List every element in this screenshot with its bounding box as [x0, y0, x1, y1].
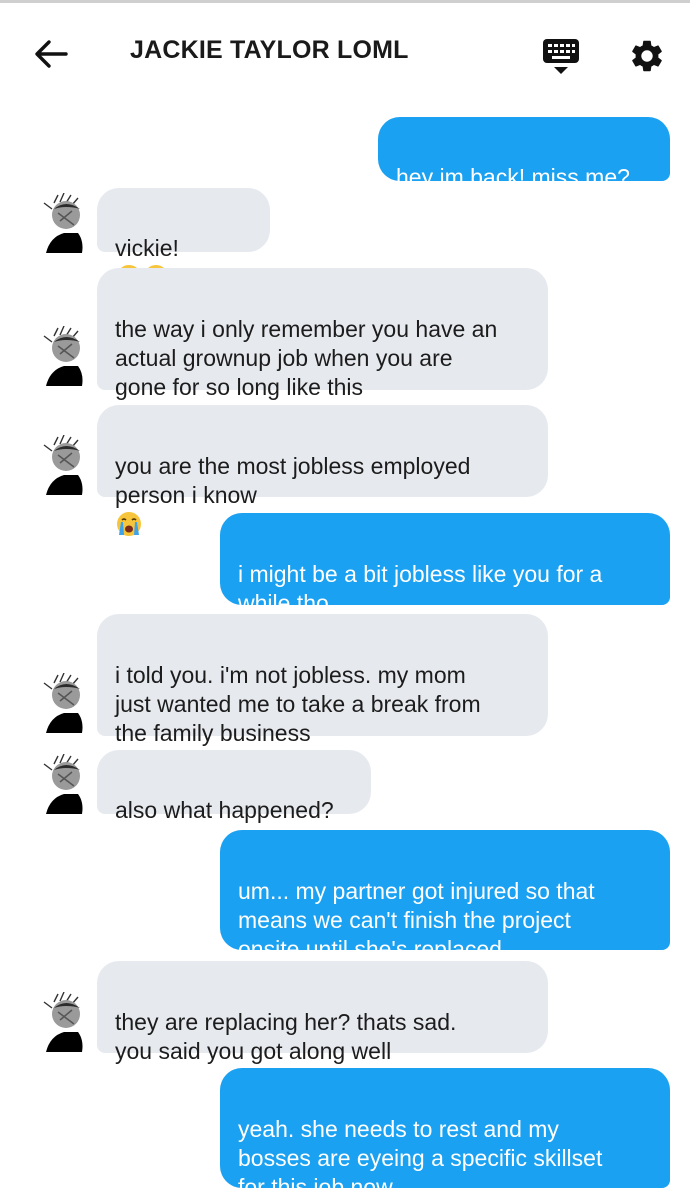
- avatar[interactable]: [38, 325, 92, 386]
- message-text: you are the most jobless employed person…: [115, 453, 471, 508]
- avatar[interactable]: [38, 753, 92, 814]
- keyboard-button[interactable]: [538, 33, 584, 79]
- message-text: yeah. she needs to rest and my bosses ar…: [238, 1116, 603, 1200]
- back-button[interactable]: [30, 33, 72, 75]
- sent-message[interactable]: yeah. she needs to rest and my bosses ar…: [220, 1068, 670, 1200]
- sent-message[interactable]: i might be a bit jobless like you for a …: [220, 513, 670, 616]
- message-text: um... my partner got injured so that mea…: [238, 878, 595, 962]
- message-text: also what happened?: [115, 797, 334, 823]
- received-message[interactable]: they are replacing her? thats sad. you s…: [97, 961, 548, 1064]
- received-message[interactable]: you are the most jobless employed person…: [97, 405, 548, 536]
- message-text: the way i only remember you have an actu…: [115, 316, 498, 400]
- sent-message[interactable]: um... my partner got injured so that mea…: [220, 830, 670, 962]
- message-text: vickie!: [115, 235, 179, 261]
- contact-name: JACKIE TAYLOR LOML: [130, 36, 409, 64]
- avatar[interactable]: [38, 192, 92, 253]
- chat-header: JACKIE TAYLOR LOML: [0, 3, 690, 103]
- message-text: they are replacing her? thats sad. you s…: [115, 1009, 457, 1064]
- avatar-image: [43, 325, 83, 386]
- received-message[interactable]: also what happened?: [97, 750, 371, 823]
- arrow-left-icon: [35, 40, 68, 68]
- avatar-image: [43, 192, 83, 253]
- avatar[interactable]: [38, 672, 92, 733]
- avatar-image: [43, 753, 83, 814]
- avatar-image: [43, 672, 83, 733]
- crying-face-emoji-icon: [117, 512, 141, 536]
- received-message[interactable]: vickie!: [97, 188, 270, 289]
- sent-message[interactable]: hey im back! miss me?: [378, 117, 670, 190]
- message-text: i told you. i'm not jobless. my mom just…: [115, 662, 481, 746]
- avatar[interactable]: [38, 434, 92, 495]
- avatar-image: [43, 434, 83, 495]
- message-text: i might be a bit jobless like you for a …: [238, 561, 603, 616]
- settings-button[interactable]: [624, 33, 670, 79]
- gear-icon: [632, 40, 662, 72]
- received-message[interactable]: i told you. i'm not jobless. my mom just…: [97, 614, 548, 774]
- avatar[interactable]: [38, 991, 92, 1052]
- avatar-image: [43, 991, 83, 1052]
- keyboard-icon: [543, 39, 579, 74]
- received-message[interactable]: the way i only remember you have an actu…: [97, 268, 548, 400]
- message-text: hey im back! miss me?: [396, 164, 630, 190]
